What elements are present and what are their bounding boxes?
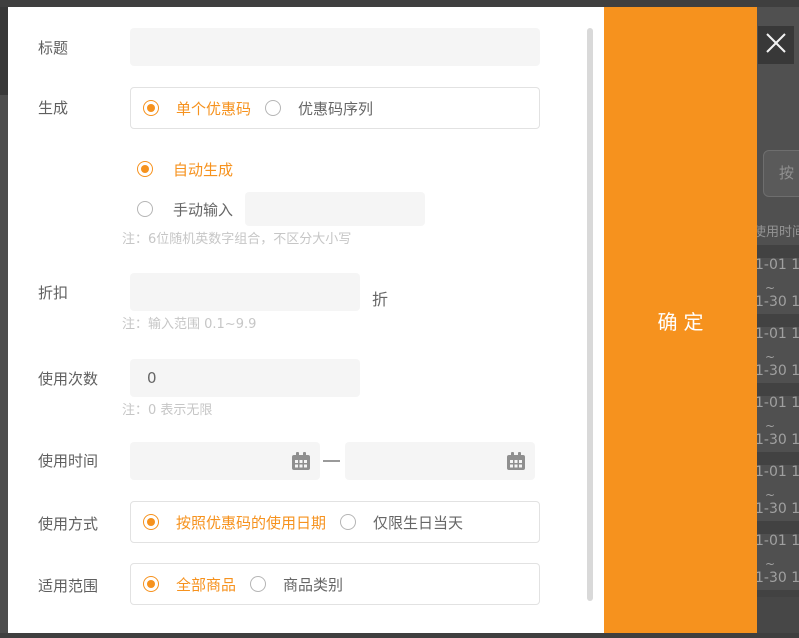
backdrop-right-table: 按 使用时间 1-01 1 ~ 1-30 1 1-01 1 ~ 1-30 1 1… <box>757 0 799 638</box>
discount-range-note: 注：输入范围 0.1~9.9 <box>122 318 256 332</box>
table-row-date-start: 1-01 1 <box>757 258 799 273</box>
usage-time-label: 使用时间 <box>38 453 98 469</box>
discount-input[interactable] <box>130 273 360 311</box>
auto-generate-row: 自动生成 <box>137 159 233 179</box>
table-row-date-start: 1-01 1 <box>757 327 799 342</box>
table-row-date-end: 1-30 1 <box>757 502 799 517</box>
scope-option-group: 全部商品 商品类别 <box>130 563 540 605</box>
table-row-date-start: 1-01 1 <box>757 534 799 549</box>
generate-label: 生成 <box>38 100 68 116</box>
discount-unit: 折 <box>372 286 388 310</box>
radio-birthday-only-label[interactable]: 仅限生日当天 <box>373 512 463 533</box>
backdrop-bottom-strip <box>0 633 799 638</box>
confirm-button-label: 确定 <box>658 306 710 335</box>
radio-code-series[interactable] <box>265 100 281 116</box>
table-row-date-end: 1-30 1 <box>757 295 799 310</box>
background-filter-button: 按 <box>763 150 799 197</box>
radio-product-category[interactable] <box>250 576 266 592</box>
radio-auto-generate-label[interactable]: 自动生成 <box>173 159 233 180</box>
usage-count-label: 使用次数 <box>38 371 98 387</box>
scope-label: 适用范围 <box>38 578 98 594</box>
radio-single-code[interactable] <box>143 100 159 116</box>
radio-by-coupon-date[interactable] <box>143 514 159 530</box>
title-label: 标题 <box>38 40 68 56</box>
usage-method-label: 使用方式 <box>38 516 98 532</box>
title-input[interactable] <box>130 28 540 66</box>
modal-scrollbar[interactable] <box>587 28 593 601</box>
radio-auto-generate[interactable] <box>137 161 153 177</box>
radio-all-products-label[interactable]: 全部商品 <box>176 574 236 595</box>
background-column-header: 使用时间 <box>757 221 799 240</box>
close-icon <box>765 32 787 58</box>
radio-manual-input[interactable] <box>137 201 153 217</box>
table-row-date-start: 1-01 1 <box>757 465 799 480</box>
radio-all-products[interactable] <box>143 576 159 592</box>
coupon-form-modal: 标题 生成 单个优惠码 优惠码序列 自动生成 手动输入 注：6位随机英数字组合，… <box>8 7 604 633</box>
usage-method-option-group: 按照优惠码的使用日期 仅限生日当天 <box>130 501 540 543</box>
manual-code-input[interactable] <box>245 192 425 226</box>
backdrop-bottom-zone <box>757 597 799 638</box>
table-row-date-end: 1-30 1 <box>757 571 799 586</box>
backdrop-top-strip <box>0 0 799 7</box>
table-row-date-end: 1-30 1 <box>757 364 799 379</box>
table-row-date-end: 1-30 1 <box>757 433 799 448</box>
backdrop-left-top <box>0 0 8 95</box>
close-button[interactable] <box>758 26 794 64</box>
radio-by-coupon-date-label[interactable]: 按照优惠码的使用日期 <box>176 512 326 533</box>
generate-option-group: 单个优惠码 优惠码序列 <box>130 87 540 129</box>
discount-label: 折扣 <box>38 285 68 301</box>
manual-input-row: 手动输入 <box>137 199 233 219</box>
coupon-modal-screen: 按 使用时间 1-01 1 ~ 1-30 1 1-01 1 ~ 1-30 1 1… <box>0 0 799 638</box>
radio-code-series-label[interactable]: 优惠码序列 <box>298 98 373 119</box>
start-date-picker[interactable] <box>130 442 320 480</box>
radio-single-code-label[interactable]: 单个优惠码 <box>176 98 251 119</box>
table-row-date-start: 1-01 1 <box>757 396 799 411</box>
backdrop-left <box>0 0 8 638</box>
end-date-picker[interactable] <box>345 442 535 480</box>
radio-manual-input-label[interactable]: 手动输入 <box>173 199 233 220</box>
confirm-button[interactable]: 确定 <box>604 7 757 633</box>
usage-count-note: 注：0 表示无限 <box>122 404 212 418</box>
radio-product-category-label[interactable]: 商品类别 <box>283 574 343 595</box>
date-range-separator <box>323 460 340 462</box>
code-rule-note: 注：6位随机英数字组合，不区分大小写 <box>122 233 351 247</box>
usage-count-input[interactable] <box>130 359 360 397</box>
radio-birthday-only[interactable] <box>340 514 356 530</box>
